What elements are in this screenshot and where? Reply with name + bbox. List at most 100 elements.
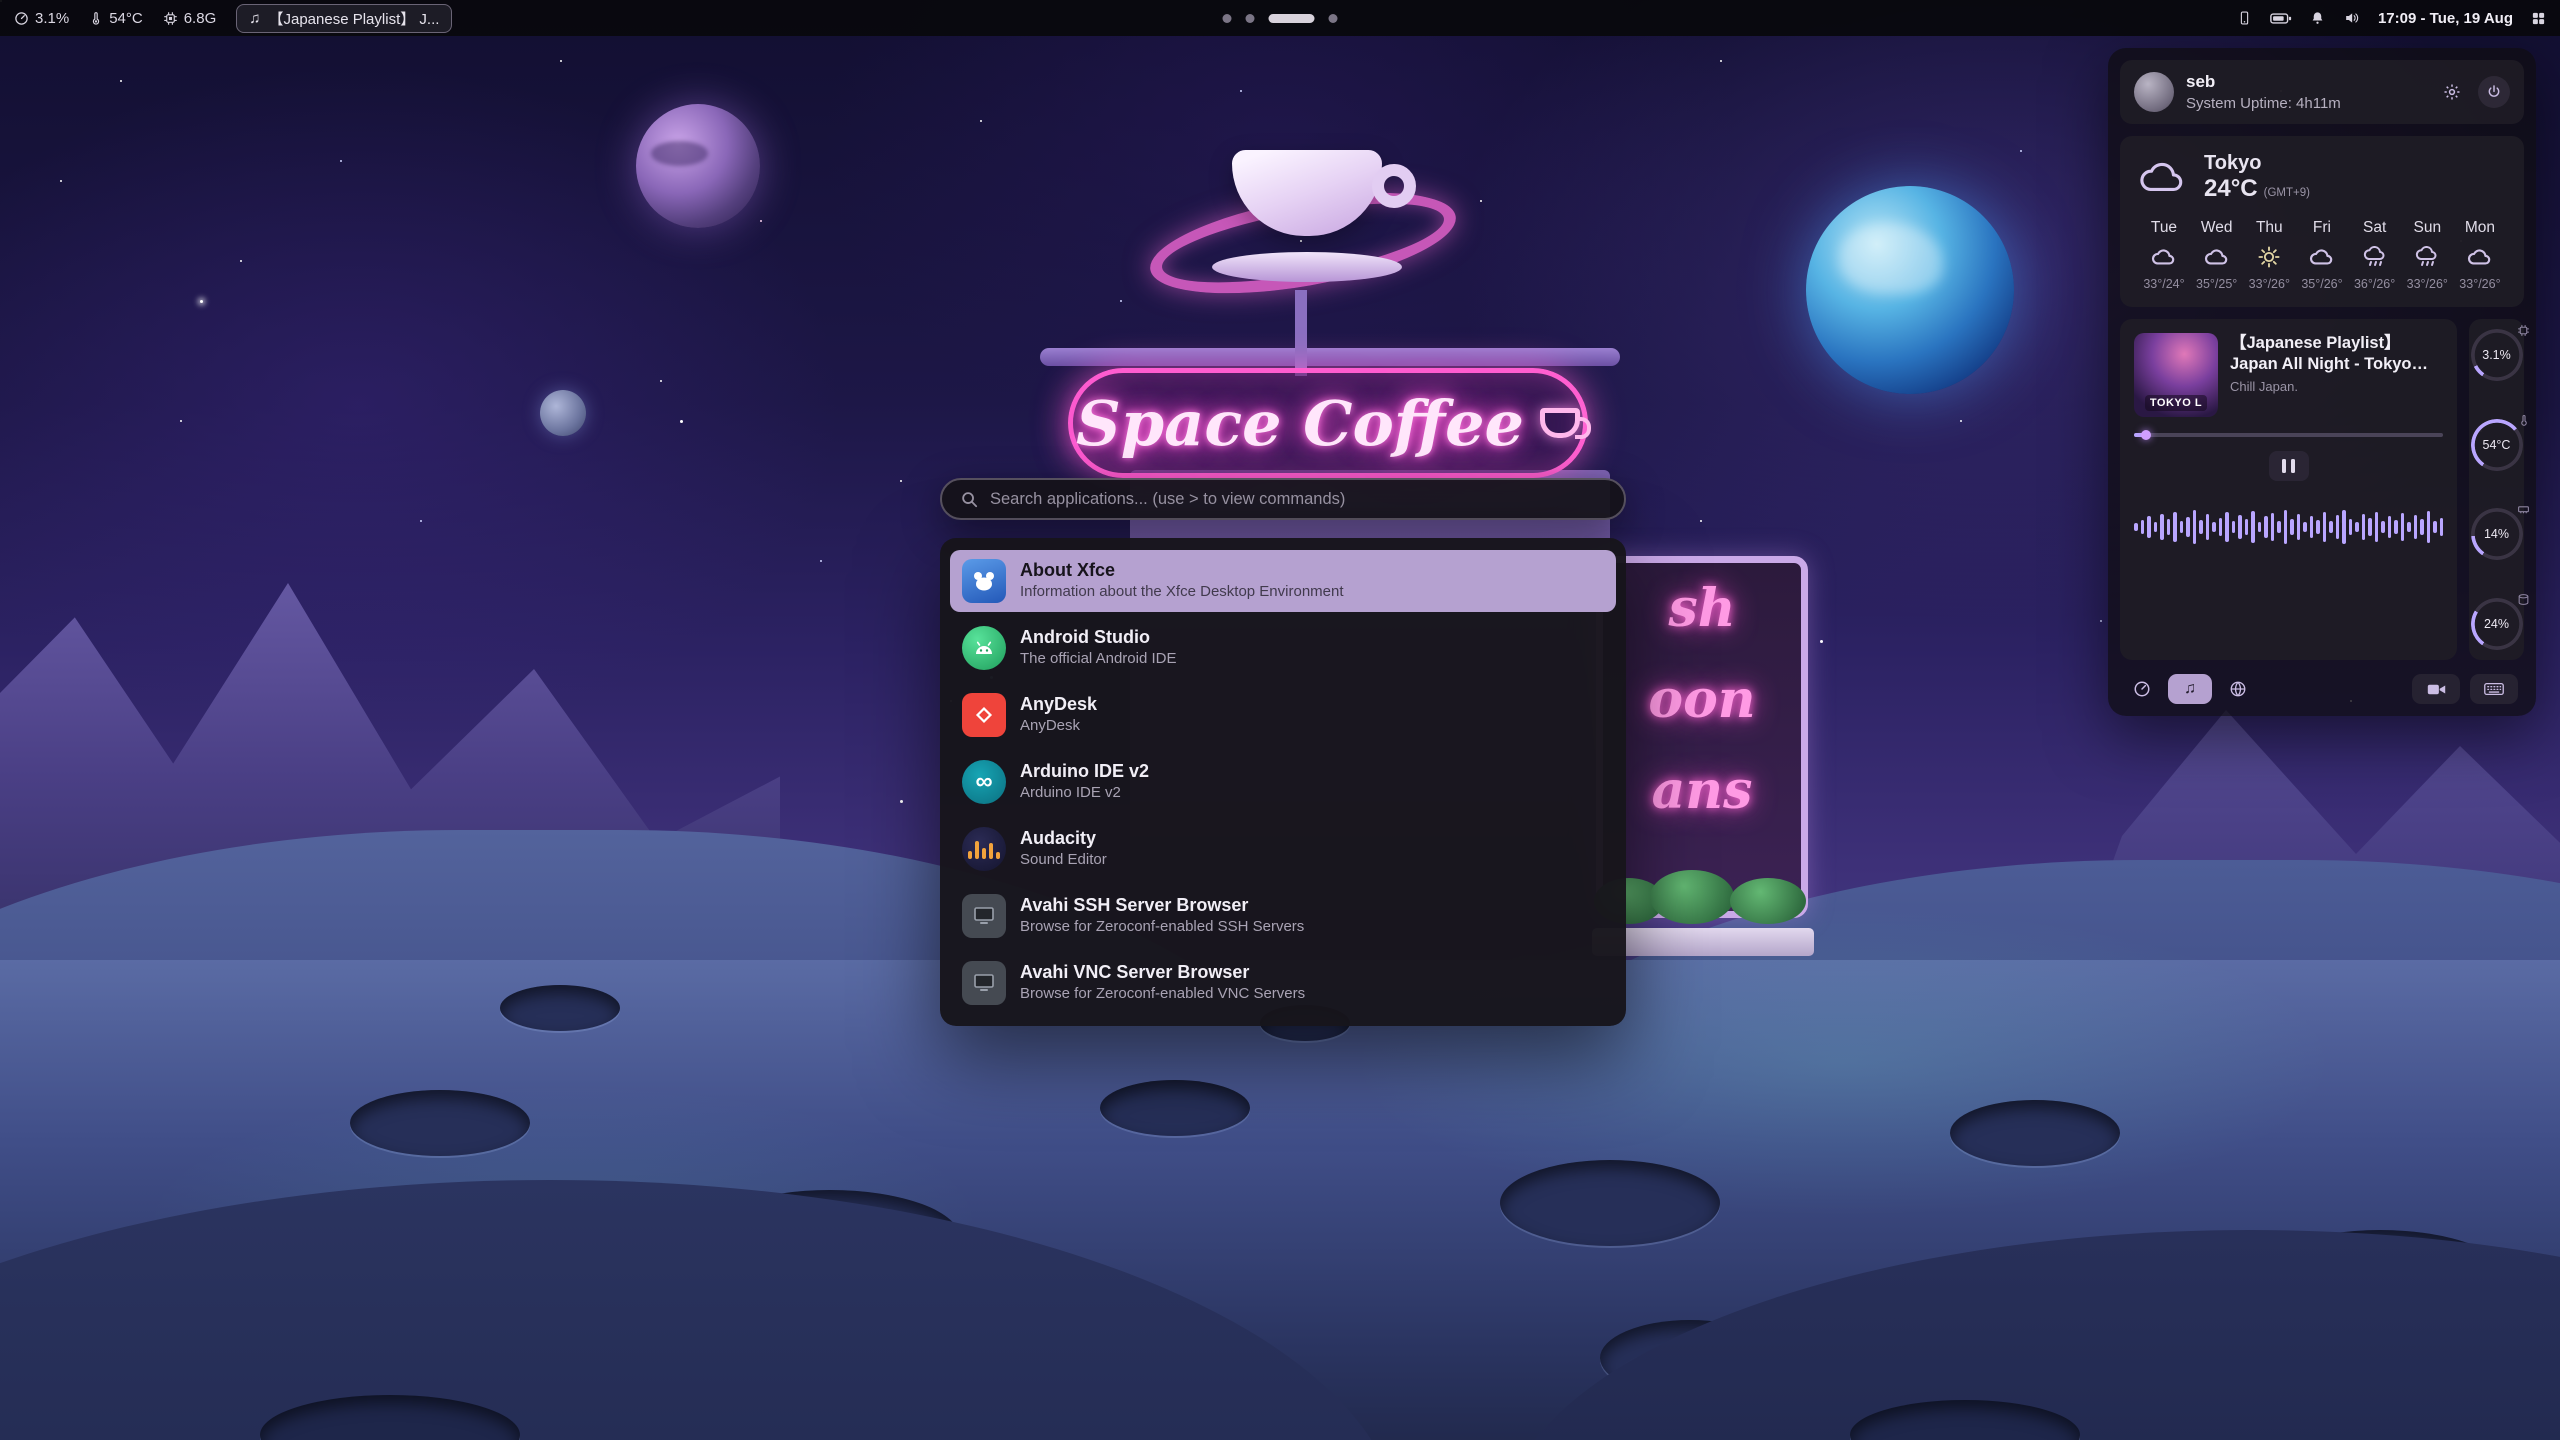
- now-playing-pill[interactable]: ♫ 【Japanese Playlist】 J...: [236, 4, 452, 33]
- cpu-usage[interactable]: 3.1%: [14, 10, 69, 27]
- cpu-gauge: 3.1%: [2471, 329, 2523, 381]
- music-icon: ♫: [249, 10, 260, 27]
- app-desc: Browse for Zeroconf-enabled VNC Servers: [1020, 986, 1305, 1003]
- notification-bell-icon[interactable]: [2310, 10, 2325, 26]
- crater: [500, 985, 620, 1031]
- pause-button[interactable]: [2269, 451, 2309, 481]
- neon-sign: Space Coffee: [1068, 368, 1588, 478]
- window-neon-text: ans: [1603, 745, 1801, 836]
- launcher-item-avahi-ssh[interactable]: Avahi SSH Server Browser Browse for Zeroc…: [950, 885, 1616, 947]
- video-camera-icon: [2427, 682, 2446, 697]
- workspace-active-pill[interactable]: [1269, 14, 1315, 23]
- shop-window: sh oon ans: [1596, 556, 1808, 918]
- globe-button[interactable]: [2222, 674, 2254, 704]
- keyboard-icon: [2484, 682, 2504, 696]
- seek-knob[interactable]: [2141, 430, 2151, 440]
- app-launcher-list: About XfceInformation about the Xfce Des…: [940, 538, 1626, 1026]
- now-playing-text: 【Japanese Playlist】 J...: [269, 8, 440, 29]
- forecast-wed: Wed 35°/25°: [2191, 219, 2243, 291]
- volume-icon[interactable]: [2343, 10, 2360, 26]
- app-name: Audacity: [1020, 829, 1107, 849]
- power-icon: [2486, 84, 2502, 100]
- app-desc: Sound Editor: [1020, 852, 1107, 869]
- app-desc: The official Android IDE: [1020, 651, 1176, 668]
- thermometer-icon: [89, 11, 103, 26]
- launcher-item-arduino[interactable]: ∞ Arduino IDE v2Arduino IDE v2: [950, 751, 1616, 813]
- music-button[interactable]: ♫: [2168, 674, 2212, 704]
- forecast-sun: Sun 33°/26°: [2401, 219, 2453, 291]
- app-desc: Browse for Zeroconf-enabled SSH Servers: [1020, 919, 1304, 936]
- xfce-icon: [962, 559, 1006, 603]
- coffee-cup-icon: [1540, 408, 1580, 438]
- weather-city: Tokyo: [2204, 152, 2310, 175]
- cloud-icon: [2309, 244, 2335, 270]
- app-search-bar[interactable]: [940, 478, 1626, 520]
- stats-button[interactable]: [2126, 674, 2158, 704]
- temperature[interactable]: 54°C: [89, 10, 143, 27]
- server-browser-icon: [962, 894, 1006, 938]
- workspace-dot[interactable]: [1246, 14, 1255, 23]
- temp-gauge: 54°C: [2471, 419, 2523, 471]
- sun-icon: [2258, 244, 2280, 270]
- track-artist: Chill Japan.: [2230, 379, 2443, 394]
- pause-icon: [2282, 459, 2286, 473]
- avatar: [2134, 72, 2174, 112]
- crater: [1100, 1080, 1250, 1136]
- crater: [350, 1090, 530, 1156]
- app-name: Android Studio: [1020, 628, 1176, 648]
- power-button[interactable]: [2478, 76, 2510, 108]
- forecast-sat: Sat 36°/26°: [2349, 219, 2401, 291]
- settings-button[interactable]: [2436, 76, 2468, 108]
- crater: [1500, 1160, 1720, 1246]
- app-desc: Arduino IDE v2: [1020, 785, 1149, 802]
- window-neon-text: sh: [1603, 563, 1801, 654]
- app-name: AnyDesk: [1020, 695, 1097, 715]
- rain-icon: [2363, 244, 2387, 270]
- battery-icon[interactable]: [2270, 12, 2292, 25]
- globe-icon: [2229, 680, 2247, 698]
- window-neon-text: oon: [1603, 654, 1801, 745]
- weather-card: Tokyo 24°C (GMT+9) Tue 33°/24° Wed 35°/2…: [2120, 136, 2524, 307]
- search-icon: [960, 490, 978, 508]
- anydesk-icon: [962, 693, 1006, 737]
- gear-icon: [2443, 83, 2461, 101]
- launcher-item-android-studio[interactable]: Android Studio The official Android IDE: [950, 617, 1616, 679]
- forecast-thu: Thu 33°/26°: [2243, 219, 2295, 291]
- launcher-item-about-xfce[interactable]: About XfceInformation about the Xfce Des…: [950, 550, 1616, 612]
- launcher-item-anydesk[interactable]: AnyDeskAnyDesk: [950, 684, 1616, 746]
- purple-planet: [636, 104, 760, 228]
- app-name: Avahi SSH Server Browser: [1020, 896, 1304, 916]
- forecast-fri: Fri 35°/26°: [2296, 219, 2348, 291]
- keyboard-button[interactable]: [2470, 674, 2518, 704]
- sign-pole: [1295, 290, 1307, 376]
- screen-record-button[interactable]: [2412, 674, 2460, 704]
- rain-icon: [2415, 244, 2439, 270]
- top-bar: 3.1% 54°C 6.8G ♫ 【Japanese Playlist】 J..…: [0, 0, 2560, 36]
- music-icon: ♫: [2184, 680, 2196, 698]
- clock[interactable]: 17:09 - Tue, 19 Aug: [2378, 10, 2513, 27]
- mem-value: 6.8G: [184, 10, 217, 27]
- memory-usage[interactable]: 6.8G: [163, 10, 217, 27]
- widget-sidebar: seb System Uptime: 4h11m Tokyo: [2108, 48, 2536, 716]
- workspace-dot[interactable]: [1223, 14, 1232, 23]
- cloud-icon: [2138, 160, 2188, 196]
- phone-icon[interactable]: [2237, 10, 2252, 26]
- system-stats-column: 3.1% 54°C 14% 24%: [2469, 319, 2524, 660]
- speedometer-icon: [2133, 680, 2151, 698]
- server-browser-icon: [962, 961, 1006, 1005]
- crater: [1950, 1100, 2120, 1166]
- media-player-card: TOKYO L 【Japanese Playlist】 Japan All Ni…: [2120, 319, 2457, 660]
- launcher-item-audacity[interactable]: Audacity Sound Editor: [950, 818, 1616, 880]
- app-name: Avahi VNC Server Browser: [1020, 963, 1305, 983]
- android-studio-icon: [962, 626, 1006, 670]
- disk-gauge: 24%: [2471, 598, 2523, 650]
- app-grid-icon[interactable]: [2531, 11, 2546, 26]
- username: seb: [2186, 72, 2341, 92]
- app-name: About Xfce: [1020, 561, 1344, 581]
- seek-bar[interactable]: [2134, 433, 2443, 437]
- search-input[interactable]: [990, 490, 1606, 509]
- audacity-icon: [962, 827, 1006, 871]
- workspace-dot[interactable]: [1329, 14, 1338, 23]
- launcher-item-avahi-vnc[interactable]: Avahi VNC Server Browser Browse for Zeroc…: [950, 952, 1616, 1014]
- stars-bright: [200, 300, 203, 303]
